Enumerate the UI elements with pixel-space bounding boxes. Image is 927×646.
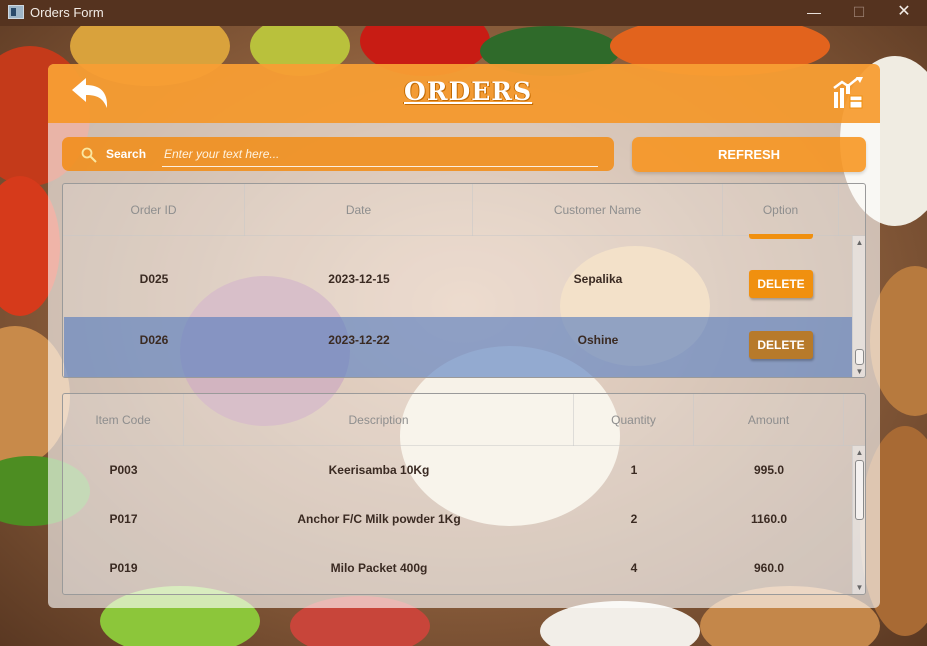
scroll-thumb[interactable] bbox=[855, 349, 864, 365]
delete-button[interactable]: DELETE bbox=[749, 270, 813, 298]
minimize-button[interactable]: — bbox=[791, 0, 837, 26]
description-cell: Anchor F/C Milk powder 1Kg bbox=[297, 512, 461, 526]
order-id-cell: D025 bbox=[139, 272, 169, 286]
scroll-up-icon[interactable]: ▲ bbox=[855, 448, 864, 457]
date-cell: 2023-12-22 bbox=[328, 333, 390, 347]
search-icon bbox=[81, 147, 97, 163]
report-chart-icon[interactable] bbox=[830, 76, 866, 112]
column-header-amount[interactable]: Amount bbox=[694, 394, 844, 446]
orders-table: Order ID Date Customer Name Option D025 … bbox=[62, 183, 866, 378]
search-label: Search bbox=[106, 147, 147, 161]
search-input[interactable] bbox=[162, 141, 598, 167]
column-header-quantity[interactable]: Quantity bbox=[574, 394, 694, 446]
column-header-item-code[interactable]: Item Code bbox=[63, 394, 184, 446]
description-cell: Keerisamba 10Kg bbox=[328, 463, 430, 477]
order-items-table: Item Code Description Quantity Amount P0… bbox=[62, 393, 866, 595]
amount-cell: 1160.0 bbox=[750, 512, 788, 526]
column-header-option[interactable]: Option bbox=[723, 184, 839, 236]
description-cell: Milo Packet 400g bbox=[330, 561, 428, 575]
app-icon bbox=[8, 5, 24, 19]
column-header-description[interactable]: Description bbox=[184, 394, 574, 446]
table-row-selected[interactable] bbox=[64, 317, 852, 377]
customer-cell: Oshine bbox=[577, 333, 619, 347]
quantity-cell: 4 bbox=[630, 561, 638, 575]
delete-button[interactable]: DELETE bbox=[749, 331, 813, 359]
amount-cell: 960.0 bbox=[753, 561, 785, 575]
column-header-order-id[interactable]: Order ID bbox=[63, 184, 245, 236]
orders-scrollbar[interactable]: ▲ ▼ bbox=[852, 236, 865, 377]
window-title: Orders Form bbox=[30, 5, 104, 20]
order-id-cell: D026 bbox=[139, 333, 169, 347]
items-table-header: Item Code Description Quantity Amount bbox=[63, 394, 865, 446]
amount-cell: 995.0 bbox=[753, 463, 785, 477]
scroll-up-icon[interactable]: ▲ bbox=[855, 238, 864, 247]
page-title: ORDERS bbox=[404, 77, 533, 106]
item-code-cell: P017 bbox=[109, 512, 138, 526]
refresh-button[interactable]: REFRESH bbox=[632, 137, 866, 172]
column-header-date[interactable]: Date bbox=[245, 184, 473, 236]
window-titlebar: Orders Form — ☐ ✕ bbox=[0, 0, 927, 26]
back-arrow-icon[interactable] bbox=[70, 76, 110, 110]
scroll-thumb[interactable] bbox=[855, 460, 864, 520]
scroll-down-icon[interactable]: ▼ bbox=[855, 367, 864, 376]
item-code-cell: P019 bbox=[109, 561, 138, 575]
scroll-down-icon[interactable]: ▼ bbox=[855, 583, 864, 592]
items-scrollbar[interactable]: ▲ ▼ bbox=[852, 446, 865, 594]
item-code-cell: P003 bbox=[109, 463, 138, 477]
customer-cell: Sepalika bbox=[573, 272, 623, 286]
quantity-cell: 1 bbox=[630, 463, 638, 477]
delete-button-partial[interactable] bbox=[749, 234, 813, 239]
quantity-cell: 2 bbox=[630, 512, 638, 526]
close-button[interactable]: ✕ bbox=[881, 0, 927, 26]
date-cell: 2023-12-15 bbox=[328, 272, 390, 286]
column-header-customer-name[interactable]: Customer Name bbox=[473, 184, 723, 236]
maximize-button[interactable]: ☐ bbox=[836, 0, 882, 26]
orders-table-header: Order ID Date Customer Name Option bbox=[63, 184, 865, 236]
